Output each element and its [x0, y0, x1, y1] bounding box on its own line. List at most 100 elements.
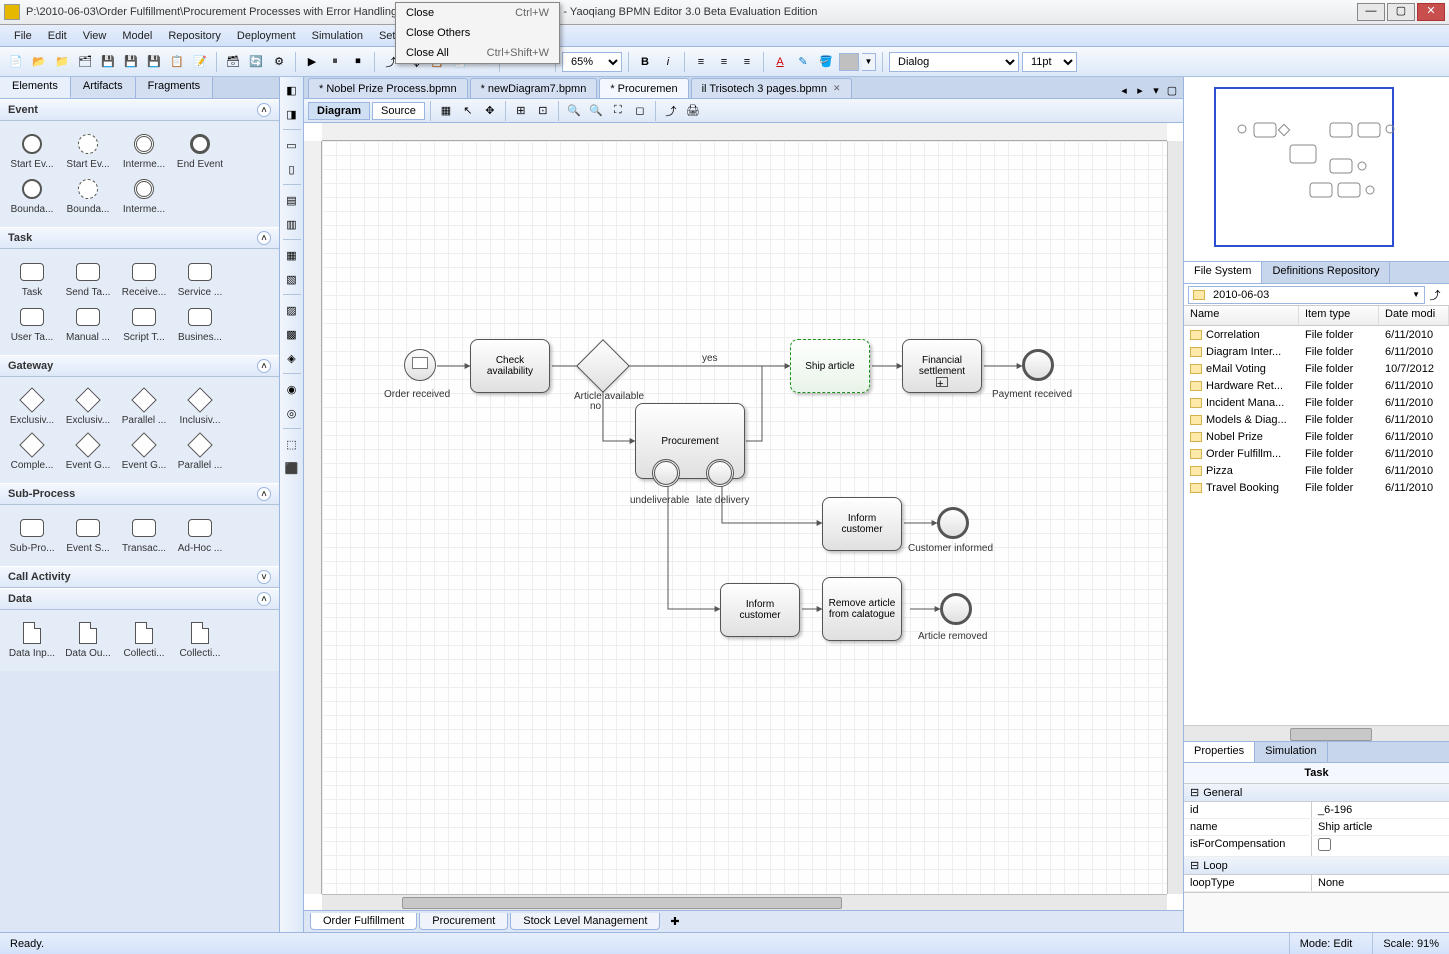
menu-deployment[interactable]: Deployment [229, 28, 304, 44]
boundary-late-delivery[interactable] [706, 459, 734, 487]
palette-group-sub-process[interactable]: Sub-Process˄ [0, 483, 279, 505]
fs-path-combo[interactable]: 2010-06-03 ▼ [1188, 286, 1425, 304]
palette-item[interactable]: Sub-Pro... [4, 513, 60, 558]
menu-simulation[interactable]: Simulation [304, 28, 371, 44]
vt-8-icon[interactable]: ▧ [283, 270, 301, 288]
palette-item[interactable]: User Ta... [4, 302, 60, 347]
saveas-icon[interactable]: 💾 [144, 52, 164, 72]
ctx-close-others[interactable]: Close Others [396, 23, 559, 43]
palette-group-gateway[interactable]: Gateway˄ [0, 355, 279, 377]
palette-item[interactable]: Exclusiv... [60, 385, 116, 430]
palette-item[interactable]: Service ... [172, 257, 228, 302]
ct-select-icon[interactable]: ▦ [436, 101, 456, 121]
end-event-article-removed[interactable] [940, 593, 972, 625]
view-source[interactable]: Source [372, 102, 425, 120]
props-group-general[interactable]: ⊟General [1184, 784, 1449, 802]
fs-col-name[interactable]: Name [1184, 306, 1299, 325]
fs-row[interactable]: Models & Diag...File folder6/11/2010 [1184, 411, 1449, 428]
fs-row[interactable]: eMail VotingFile folder10/7/2012 [1184, 360, 1449, 377]
palette-item[interactable]: Manual ... [60, 302, 116, 347]
palette-group-data[interactable]: Data˄ [0, 588, 279, 610]
btab-stock-level[interactable]: Stock Level Management [510, 913, 660, 930]
fs-col-type[interactable]: Item type [1299, 306, 1379, 325]
highlight-icon[interactable]: ✎ [793, 52, 813, 72]
calendar-icon[interactable]: 📋 [167, 52, 187, 72]
palette-group-task[interactable]: Task˄ [0, 227, 279, 249]
end-event-customer-informed[interactable] [937, 507, 969, 539]
ct-grid-icon[interactable]: ⊞ [511, 101, 531, 121]
palette-item[interactable]: Start Ev... [60, 129, 116, 174]
palette-group-event[interactable]: Event˄ [0, 99, 279, 121]
palette-tab-elements[interactable]: Elements [0, 77, 71, 98]
diagram-canvas[interactable]: Order received Check availability Articl… [322, 141, 1167, 894]
tab-max-icon[interactable]: ▢ [1165, 84, 1179, 98]
folder-icon[interactable]: 🗂 [75, 52, 95, 72]
isforcomp-checkbox[interactable] [1318, 838, 1331, 851]
gear-icon[interactable]: ⚙ [269, 52, 289, 72]
db-icon[interactable]: 🗃 [223, 52, 243, 72]
notes-icon[interactable]: 📝 [190, 52, 210, 72]
doctab-trisotech[interactable]: il Trisotech 3 pages.bpmn✕ [691, 78, 852, 98]
palette-item[interactable]: Collecti... [172, 618, 228, 663]
palette-item[interactable]: Interme... [116, 174, 172, 219]
align-right-icon[interactable]: ≡ [737, 52, 757, 72]
palette-item[interactable]: Script T... [116, 302, 172, 347]
new-icon[interactable]: 📄 [6, 52, 26, 72]
tab-next-icon[interactable]: ▸ [1133, 84, 1147, 98]
minimap[interactable] [1184, 77, 1449, 262]
palette-item[interactable]: Bounda... [60, 174, 116, 219]
color-dropdown[interactable]: ▼ [862, 53, 876, 71]
ct-zoomout-icon[interactable]: 🔍 [586, 101, 606, 121]
font-color-icon[interactable]: A [770, 52, 790, 72]
menu-repository[interactable]: Repository [160, 28, 229, 44]
palette-item[interactable]: Transac... [116, 513, 172, 558]
ct-pan-icon[interactable]: ✥ [480, 101, 500, 121]
task-check-availability[interactable]: Check availability [470, 339, 550, 393]
proptab-simulation[interactable]: Simulation [1255, 742, 1327, 762]
gateway-article-available[interactable] [576, 339, 630, 393]
palette-item[interactable]: Data Ou... [60, 618, 116, 663]
palette-item[interactable]: Parallel ... [116, 385, 172, 430]
vt-13-icon[interactable]: ◎ [283, 404, 301, 422]
italic-icon[interactable]: i [658, 52, 678, 72]
saveall-icon[interactable]: 💾 [121, 52, 141, 72]
proptab-properties[interactable]: Properties [1184, 742, 1255, 762]
palette-tab-artifacts[interactable]: Artifacts [71, 77, 136, 98]
play-icon[interactable]: ▶ [302, 52, 322, 72]
palette-item[interactable]: End Event [172, 129, 228, 174]
props-notes[interactable] [1184, 892, 1449, 932]
palette-item[interactable]: Inclusiv... [172, 385, 228, 430]
doctab-procurement[interactable]: * Procuremen [599, 78, 688, 98]
menu-model[interactable]: Model [114, 28, 160, 44]
vt-2-icon[interactable]: ◨ [283, 105, 301, 123]
ct-zoomfit-icon[interactable]: ⛶ [608, 101, 628, 121]
font-select[interactable]: Dialog [889, 52, 1019, 72]
close-tab-icon[interactable]: ✕ [833, 83, 841, 94]
fs-row[interactable]: CorrelationFile folder6/11/2010 [1184, 326, 1449, 343]
fs-row[interactable]: Order Fulfillm...File folder6/11/2010 [1184, 445, 1449, 462]
close-button[interactable]: ✕ [1417, 3, 1445, 21]
menu-view[interactable]: View [75, 28, 115, 44]
palette-item[interactable]: Collecti... [116, 618, 172, 663]
palette-item[interactable]: Interme... [116, 129, 172, 174]
open-icon[interactable]: 📂 [29, 52, 49, 72]
vt-15-icon[interactable]: ⬛ [283, 459, 301, 477]
ct-zoomin-icon[interactable]: 🔍 [564, 101, 584, 121]
palette-tab-fragments[interactable]: Fragments [136, 77, 214, 98]
vt-14-icon[interactable]: ⬚ [283, 435, 301, 453]
ct-export-icon[interactable]: ⤴ [661, 101, 681, 121]
open2-icon[interactable]: 📁 [52, 52, 72, 72]
ct-snap-icon[interactable]: ⊡ [533, 101, 553, 121]
pause-icon[interactable]: ⏸ [325, 52, 345, 72]
palette-item[interactable]: Exclusiv... [4, 385, 60, 430]
btab-order-fulfillment[interactable]: Order Fulfillment [310, 913, 417, 930]
btab-procurement[interactable]: Procurement [419, 913, 508, 930]
fs-row[interactable]: PizzaFile folder6/11/2010 [1184, 462, 1449, 479]
vt-6-icon[interactable]: ▥ [283, 215, 301, 233]
fill-icon[interactable]: 🪣 [816, 52, 836, 72]
end-event-payment[interactable] [1022, 349, 1054, 381]
refresh-icon[interactable]: 🔄 [246, 52, 266, 72]
fs-col-date[interactable]: Date modi [1379, 306, 1449, 325]
color-swatch[interactable] [839, 53, 859, 71]
menu-file[interactable]: File [6, 28, 40, 44]
